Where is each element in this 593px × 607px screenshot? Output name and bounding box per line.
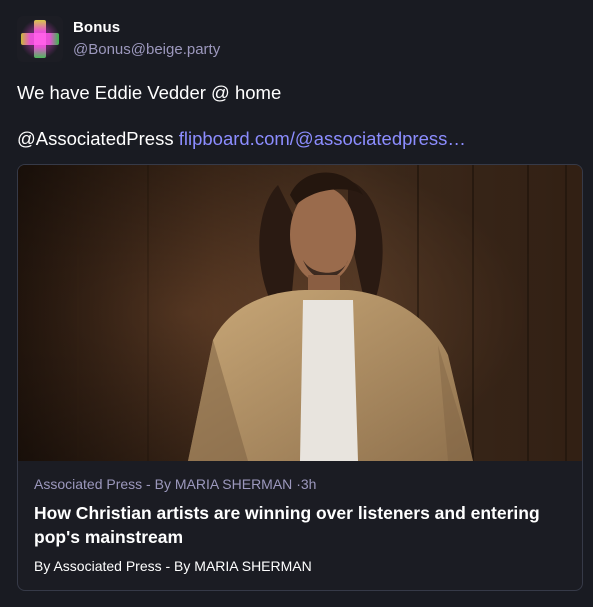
account-handle[interactable]: @Bonus@beige.party <box>73 41 220 58</box>
link-preview-card[interactable]: Associated Press - By MARIA SHERMAN ·3h … <box>17 164 583 591</box>
article-photo <box>18 165 582 461</box>
display-name[interactable]: Bonus <box>73 19 120 36</box>
card-title[interactable]: How Christian artists are winning over l… <box>34 501 570 549</box>
status-links: @AssociatedPress flipboard.com/@associat… <box>17 128 466 150</box>
card-body: Associated Press - By MARIA SHERMAN ·3h … <box>34 476 570 574</box>
status-post: Bonus @Bonus@beige.party We have Eddie V… <box>0 0 593 607</box>
card-age: 3h <box>300 476 317 492</box>
card-byline: By Associated Press - By MARIA SHERMAN <box>34 558 312 574</box>
card-provider: Associated Press - By MARIA SHERMAN <box>34 476 293 492</box>
flipboard-link[interactable]: flipboard.com/@associatedpress… <box>179 128 466 149</box>
status-text: We have Eddie Vedder @ home <box>17 82 282 103</box>
card-meta: Associated Press - By MARIA SHERMAN ·3h <box>34 476 570 492</box>
mention-text: @AssociatedPress <box>17 128 174 149</box>
avatar[interactable] <box>17 16 63 62</box>
pink-cross-avatar-icon <box>17 16 63 62</box>
